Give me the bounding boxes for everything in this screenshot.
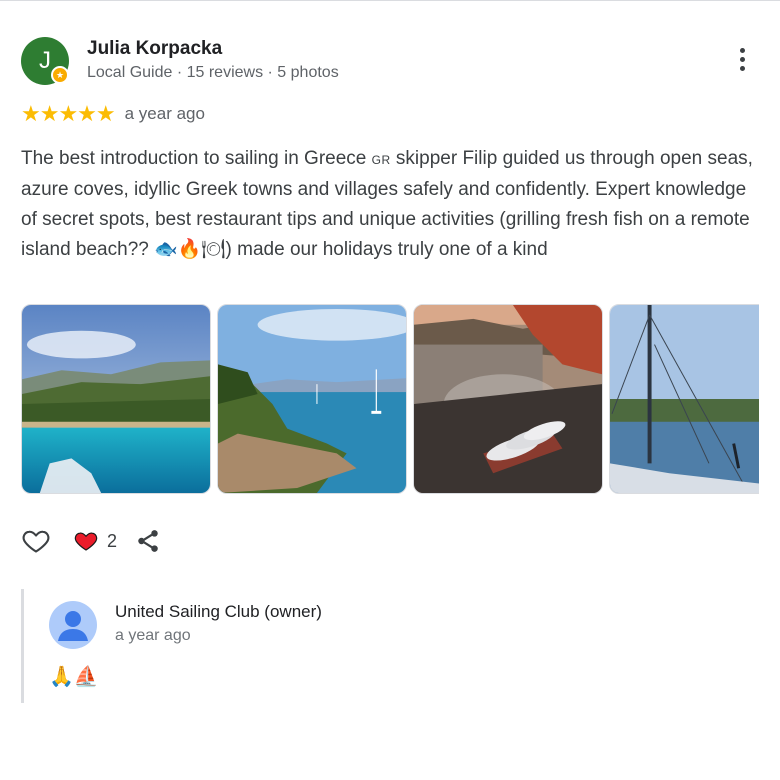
author-name[interactable]: Julia Korpacka [87, 38, 222, 60]
more-dot-icon [739, 66, 745, 71]
author-meta: Local Guide · 15 reviews · 5 photos [87, 64, 339, 81]
review-card: J ★ Julia Korpacka Local Guide · 15 revi… [21, 36, 761, 703]
local-guide-badge-icon: ★ [51, 66, 69, 84]
review-actions: 2 [21, 524, 161, 558]
person-icon [58, 611, 88, 641]
review-text-part3: ) made our holidays truly one of a kind [225, 239, 548, 260]
review-date: a year ago [124, 104, 205, 123]
like-button[interactable] [21, 527, 51, 555]
review-text-emoji: 🐟🔥🍽 [154, 239, 226, 260]
photo-sailboat-mast[interactable] [609, 304, 759, 494]
review-header: J ★ Julia Korpacka Local Guide · 15 revi… [21, 36, 761, 86]
reactions-button[interactable]: 2 [73, 529, 117, 553]
heart-outline-icon [22, 530, 50, 553]
share-button[interactable] [135, 528, 161, 554]
more-dot-icon [739, 57, 745, 62]
more-dot-icon [739, 48, 745, 53]
author-initial: J [39, 47, 51, 74]
rating-row: ★★★★★ a year ago [21, 102, 205, 126]
photo-coastline-island[interactable] [21, 304, 211, 494]
greece-flag: GR [371, 153, 391, 167]
photo-beach-grill-fish[interactable] [413, 304, 603, 494]
top-divider [0, 0, 780, 1]
heart-filled-icon [74, 532, 98, 551]
review-text: The best introduction to sailing in Gree… [21, 144, 759, 265]
photo-bay-sailboats[interactable] [217, 304, 407, 494]
owner-name: United Sailing Club (owner) [115, 602, 322, 621]
owner-reply: United Sailing Club (owner) a year ago 🙏… [21, 589, 741, 703]
reply-date: a year ago [115, 627, 191, 644]
reply-text: 🙏⛵ [49, 666, 99, 688]
owner-avatar [49, 601, 97, 649]
more-options-button[interactable] [735, 48, 749, 76]
reaction-count: 2 [107, 530, 118, 551]
star-rating: ★★★★★ [21, 101, 116, 126]
photo-strip [21, 304, 759, 494]
share-icon [138, 530, 158, 552]
review-text-part1: The best introduction to sailing in Gree… [21, 148, 372, 169]
